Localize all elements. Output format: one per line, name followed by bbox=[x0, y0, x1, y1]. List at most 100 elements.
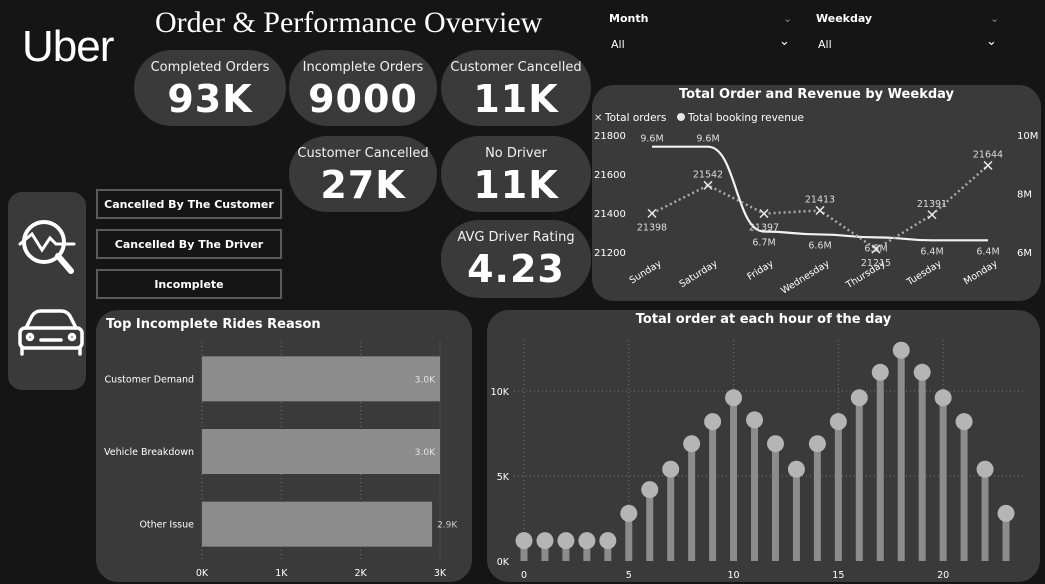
lollipop-head bbox=[725, 389, 743, 407]
uber-logo: Uber bbox=[22, 22, 114, 71]
kpi-no-driver: No Driver 11K bbox=[441, 136, 591, 212]
lollipop-head bbox=[955, 413, 973, 431]
weekday-slicer-title: Weekday bbox=[816, 12, 873, 25]
lollipop-stem bbox=[897, 350, 905, 561]
orders-point bbox=[647, 208, 657, 218]
analytics-search-icon[interactable] bbox=[18, 220, 76, 274]
x-tick-label: 5 bbox=[626, 570, 632, 581]
y2-tick-label: 8M bbox=[1017, 190, 1032, 201]
kpi-label: Customer Cancelled bbox=[297, 146, 429, 161]
kpi-incomplete-orders: Incomplete Orders 9000 bbox=[289, 50, 437, 126]
kpi-value: 9000 bbox=[308, 77, 418, 121]
lollipop-head bbox=[599, 532, 617, 550]
lollipop-head bbox=[850, 389, 868, 407]
kpi-label: AVG Driver Rating bbox=[457, 230, 575, 245]
month-slicer[interactable]: Month ⌄ All ⌄ bbox=[609, 12, 795, 52]
weekday-slicer[interactable]: Weekday ⌄ All ⌄ bbox=[816, 12, 1002, 52]
lollipop-head bbox=[536, 532, 554, 550]
lollipop-head bbox=[871, 363, 889, 381]
x-tick-label: 20 bbox=[937, 570, 949, 581]
incomplete-button[interactable]: Incomplete bbox=[96, 269, 282, 299]
bar-data-label: 3.0K bbox=[415, 375, 436, 385]
kpi-label: No Driver bbox=[485, 146, 547, 161]
bar bbox=[202, 501, 433, 547]
y-tick-label: 0K bbox=[497, 557, 510, 568]
legend-orders-label: Total orders bbox=[604, 112, 666, 124]
y-tick-label: 21400 bbox=[594, 209, 626, 220]
lollipop-head bbox=[787, 460, 805, 478]
y-category-label: Customer Demand bbox=[105, 374, 194, 385]
lollipop-head bbox=[766, 435, 784, 453]
x-tick-label: 3K bbox=[434, 568, 447, 579]
y-category-label: Other Issue bbox=[139, 520, 194, 531]
lollipop-stem bbox=[688, 443, 696, 561]
legend-revenue-label: Total booking revenue bbox=[687, 112, 804, 124]
revenue-data-label: 6.4M bbox=[976, 246, 999, 257]
orders-data-label: 21398 bbox=[637, 222, 667, 233]
kpi-completed-orders: Completed Orders 93K bbox=[134, 50, 286, 126]
cancelled-by-driver-button[interactable]: Cancelled By The Driver bbox=[96, 229, 282, 259]
revenue-data-label: 9.6M bbox=[640, 134, 663, 145]
lollipop-head bbox=[578, 532, 596, 550]
lollipop-stem bbox=[960, 421, 968, 561]
kpi-value: 11K bbox=[473, 163, 559, 207]
y-tick-label: 5K bbox=[497, 472, 510, 483]
lollipop-head bbox=[620, 504, 638, 522]
lollipop-head bbox=[515, 532, 533, 550]
chevron-down-icon[interactable]: ⌄ bbox=[986, 34, 997, 49]
kpi-label: Incomplete Orders bbox=[302, 60, 424, 75]
lollipop-head bbox=[704, 413, 722, 431]
lollipop-stem bbox=[751, 419, 759, 561]
x-tick-label: 1K bbox=[275, 568, 288, 579]
lollipop-stem bbox=[667, 469, 675, 561]
car-icon[interactable] bbox=[18, 309, 84, 356]
y-tick-label: 21200 bbox=[594, 248, 626, 259]
chart-legend: ✕ Total orders Total booking revenue bbox=[594, 112, 804, 124]
lollipop-head bbox=[829, 413, 847, 431]
kpi-label: Completed Orders bbox=[150, 60, 270, 75]
lollipop-stem bbox=[709, 421, 717, 561]
reasons-bar-chart: 0K 1K 2K 3K Customer Demand 3.0K Vehicle Break… bbox=[104, 342, 458, 579]
y2-tick-label: 6M bbox=[1017, 248, 1032, 259]
lollipop-stem bbox=[771, 443, 779, 561]
orders-point bbox=[983, 160, 993, 170]
nav-panel bbox=[8, 192, 86, 390]
weekday-line-chart: ✕ Total orders Total booking revenue 21800 2… bbox=[594, 112, 1038, 297]
kpi-value: 11K bbox=[473, 77, 559, 121]
lollipop-head bbox=[641, 481, 659, 499]
x-tick-label: Sunday bbox=[628, 258, 664, 286]
y-tick-label: 21600 bbox=[594, 170, 626, 181]
lollipop-stem bbox=[834, 421, 842, 561]
x-tick-label: 15 bbox=[832, 570, 844, 581]
x-tick-label: 0 bbox=[521, 570, 527, 581]
cancelled-by-customer-button[interactable]: Cancelled By The Customer bbox=[96, 189, 282, 219]
lollipop-stem bbox=[981, 469, 989, 561]
x-tick-label: 2K bbox=[355, 568, 368, 579]
lollipop-head bbox=[557, 532, 575, 550]
nav-icons bbox=[18, 220, 84, 356]
kpi-avg-driver-rating: AVG Driver Rating 4.23 bbox=[441, 220, 591, 298]
orders-data-label: 21391 bbox=[917, 199, 947, 210]
lollipop-head bbox=[892, 341, 910, 359]
chevron-down-icon: ⌄ bbox=[783, 12, 793, 25]
orders-point bbox=[703, 180, 713, 190]
lollipop-head bbox=[808, 435, 826, 453]
legend-revenue-marker bbox=[677, 113, 685, 121]
lollipop-stem bbox=[939, 397, 947, 561]
orders-point bbox=[927, 210, 937, 220]
x-tick-label: Wednesday bbox=[779, 258, 832, 297]
reasons-chart-panel: Top Incomplete Rides Reason 0K 1K 2K 3K Cust… bbox=[96, 310, 472, 582]
revenue-data-label: 6.4M bbox=[920, 246, 943, 257]
revenue-data-label: 6.7M bbox=[752, 238, 775, 249]
lollipop-head bbox=[913, 363, 931, 381]
chevron-down-icon[interactable]: ⌄ bbox=[779, 34, 790, 49]
bar bbox=[202, 356, 440, 402]
orders-data-label: 21215 bbox=[861, 258, 891, 269]
lollipop-stem bbox=[855, 397, 863, 561]
lollipop-stem bbox=[918, 372, 926, 561]
x-tick-label: Friday bbox=[745, 258, 776, 283]
x-tick-label: Saturday bbox=[677, 258, 719, 290]
lollipop-head bbox=[746, 411, 764, 429]
revenue-data-label: 9.6M bbox=[696, 134, 719, 145]
lollipop-stem bbox=[792, 469, 800, 561]
